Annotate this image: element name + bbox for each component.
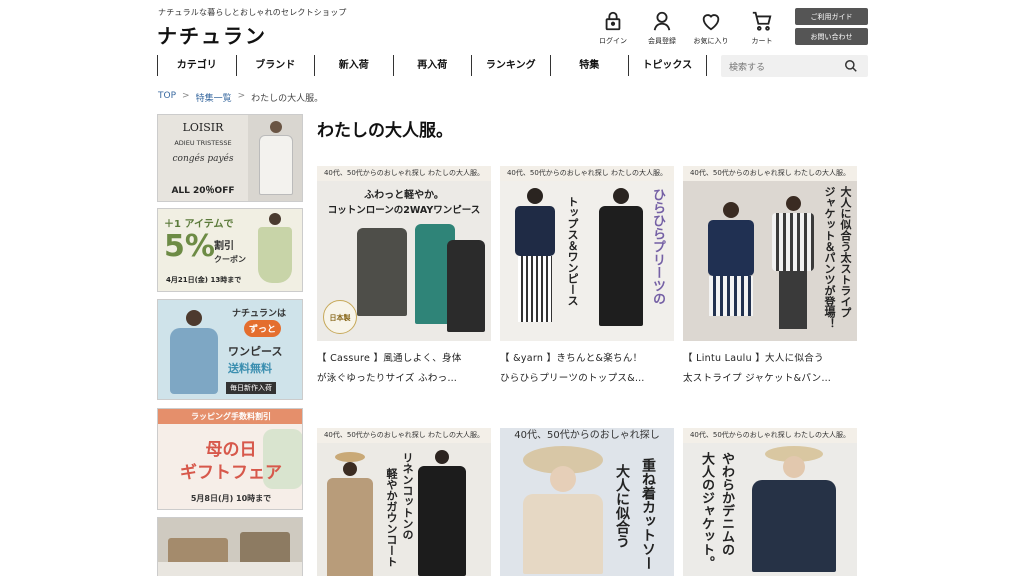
card-catch: 大人に似合う太ストライプ (839, 186, 852, 318)
banner-onepiece-free: 送料無料 (228, 362, 272, 375)
card-thumbnail[interactable]: 40代、50代からのおしゃれ探し わたしの大人服。 やわらかデニムの 大人のジャ… (683, 428, 857, 576)
page-title: わたしの大人服。 (317, 121, 453, 141)
card-thumbnail[interactable]: 40代、50代からのおしゃれ探し わたしの大人服。 大人に似合う太ストライプ ジ… (683, 166, 857, 341)
feature-card[interactable]: 40代、50代からのおしゃれ探し わたしの大人服。 やわらかデニムの 大人のジャ… (683, 428, 857, 576)
card-thumbnail[interactable]: 40代、50代からのおしゃれ探し わたしの大人服。 ふわっと軽やか。 コットンロ… (317, 166, 491, 341)
banner-coupon-coupon: クーポン (214, 255, 246, 264)
nav-features[interactable]: 特集 (549, 55, 629, 76)
card-thumbnail[interactable]: 40代、50代からのおしゃれ探し 大人に似合う 重ね着カットソー (500, 428, 674, 576)
banner-loisir-sale: ALL 20％OFF (171, 186, 235, 196)
breadcrumb-features[interactable]: 特集一覧 (196, 91, 232, 104)
card-catch-sub: 軽やかガウンコート (385, 468, 398, 567)
breadcrumb-separator: > (237, 91, 246, 101)
card-catch: リネンコットンの (401, 452, 414, 540)
card-catch-sub: 重ね着カットソー (640, 458, 656, 570)
breadcrumb: TOP > 特集一覧 > わたしの大人服。 (158, 91, 323, 104)
card-catch-sub: ジャケット＆パンツが登場！ (823, 186, 836, 329)
banner-mothers-day-fair: ギフトフェア (180, 463, 282, 483)
banner-coupon-percent: 5% (164, 229, 215, 264)
card-catch: トップス＆ワンピース (566, 196, 579, 306)
cart-icon (752, 11, 772, 31)
card-header-label: 40代、50代からのおしゃれ探し わたしの大人服。 (317, 428, 491, 443)
card-description[interactable]: 【 &yarn 】きちんと&楽ちん！ ひらひらプリーツのトップス&… (500, 349, 674, 389)
banner-loisir-sub: ADIEU TRISTESSE (174, 139, 232, 147)
login-link[interactable]: ログイン (591, 10, 635, 46)
card-thumbnail[interactable]: 40代、50代からのおしゃれ探し わたしの大人服。 トップス＆ワンピース ひらひ… (500, 166, 674, 341)
card-description[interactable]: 【 Cassure 】風通しよく、身体 が泳ぐゆったりサイズ ふわっ… (317, 349, 491, 389)
card-catch: ふわっと軽やか。 (364, 190, 444, 201)
nav-ranking[interactable]: ランキング (471, 55, 550, 76)
card-desc-line1: 【 Lintu Laulu 】大人に似合う (683, 353, 824, 364)
search-box (721, 55, 868, 79)
banner-mothers-day-title: 母の日 (205, 440, 257, 460)
banner-coupon[interactable]: ＋1 アイテムで 5% 割引 クーポン 4月21日(金) 13時まで (157, 208, 303, 292)
cart-label: カート (751, 37, 773, 45)
card-thumbnail[interactable]: 40代、50代からのおしゃれ探し わたしの大人服。 リネンコットンの 軽やかガウ… (317, 428, 491, 576)
nav-brand[interactable]: ブランド (235, 55, 315, 76)
guide-button[interactable]: ご利用ガイド (795, 8, 868, 25)
login-label: ログイン (599, 37, 627, 45)
tagline: ナチュラルな暮らしとおしゃれのセレクトショップ (158, 8, 347, 17)
card-catch-main: ひらひらプリーツの (650, 188, 665, 305)
banner-onepiece-new: 毎日新作入荷 (226, 382, 276, 394)
card-desc-line2: が泳ぐゆったりサイズ ふわっ… (317, 373, 458, 384)
banner-loisir-brand: congés payés (172, 154, 234, 164)
feature-card[interactable]: 40代、50代からのおしゃれ探し わたしの大人服。 リネンコットンの 軽やかガウ… (317, 428, 491, 576)
breadcrumb-current: わたしの大人服。 (251, 94, 324, 104)
breadcrumb-separator: > (182, 91, 190, 101)
person-icon (653, 11, 671, 31)
feature-card[interactable]: 40代、50代からのおしゃれ探し わたしの大人服。 大人に似合う太ストライプ ジ… (683, 166, 857, 389)
register-link[interactable]: 会員登録 (640, 10, 684, 46)
banner-mothers-day-wrap: ラッピング手数料割引 (158, 409, 302, 424)
card-header-label: 40代、50代からのおしゃれ探し わたしの大人服。 (683, 166, 857, 181)
register-label: 会員登録 (648, 37, 676, 45)
main-nav: カテゴリ ブランド 新入荷 再入荷 ランキング 特集 トピックス (157, 55, 707, 76)
card-header-label: 40代、50代からのおしゃれ探し わたしの大人服。 (317, 166, 491, 181)
search-icon[interactable] (844, 59, 858, 73)
feature-card[interactable]: 40代、50代からのおしゃれ探し 大人に似合う 重ね着カットソー (500, 428, 674, 576)
banner-onepiece[interactable]: ナチュランは ずっと ワンピース 送料無料 毎日新作入荷 (157, 299, 303, 400)
nav-topics[interactable]: トピックス (628, 55, 707, 76)
banner-coupon-lead: ＋1 アイテムで (164, 219, 234, 230)
card-desc-line2: ひらひらプリーツのトップス&… (500, 373, 645, 384)
lock-icon (605, 11, 621, 31)
search-input[interactable] (721, 57, 841, 79)
card-catch: やわらかデニムの (719, 452, 734, 556)
card-desc-line1: 【 Cassure 】風通しよく、身体 (317, 353, 462, 364)
favorites-link[interactable]: お気に入り (689, 10, 733, 46)
heart-icon (702, 14, 720, 31)
logo[interactable]: ナチュラン (157, 20, 267, 49)
banner-onepiece-always: ずっと (244, 320, 282, 337)
nav-restock[interactable]: 再入荷 (392, 55, 472, 76)
feature-card[interactable]: 40代、50代からのおしゃれ探し わたしの大人服。 ふわっと軽やか。 コットンロ… (317, 166, 491, 389)
card-catch-sub: コットンローンの2WAYワンピース (327, 205, 481, 216)
card-header-label: 40代、50代からのおしゃれ探し わたしの大人服。 (683, 428, 857, 443)
card-catch-sub: 大人のジャケット。 (699, 452, 714, 569)
contact-button[interactable]: お問い合わせ (795, 28, 868, 45)
card-desc-line2: 太ストライプ ジャケット&パン… (683, 373, 832, 384)
banner-interior[interactable] (157, 517, 303, 576)
banner-mothers-day-deadline: 5月8日(月) 10時まで (190, 494, 272, 503)
feature-card[interactable]: 40代、50代からのおしゃれ探し わたしの大人服。 トップス＆ワンピース ひらひ… (500, 166, 674, 389)
nav-category[interactable]: カテゴリ (157, 55, 236, 76)
banner-coupon-discount: 割引 (214, 241, 234, 252)
card-header-label: 40代、50代からのおしゃれ探し わたしの大人服。 (500, 166, 674, 181)
banner-mothers-day[interactable]: ラッピング手数料割引 母の日 ギフトフェア 5月8日(月) 10時まで (157, 408, 303, 510)
card-desc-line1: 【 &yarn 】きちんと&楽ちん！ (500, 353, 643, 364)
banner-loisir-title: LOISIR (182, 121, 224, 134)
banner-onepiece-title: ワンピース (228, 345, 283, 358)
breadcrumb-top[interactable]: TOP (158, 91, 176, 104)
nav-new-arrivals[interactable]: 新入荷 (314, 55, 393, 76)
banner-loisir[interactable]: LOISIR ADIEU TRISTESSE congés payés ALL … (157, 114, 303, 202)
card-catch: 大人に似合う (614, 464, 630, 548)
cart-link[interactable]: カート (740, 10, 784, 46)
banner-coupon-deadline: 4月21日(金) 13時まで (166, 276, 242, 284)
card-description[interactable]: 【 Lintu Laulu 】大人に似合う 太ストライプ ジャケット&パン… (683, 349, 857, 389)
banner-onepiece-brand: ナチュランは (232, 309, 287, 319)
made-in-japan-badge: 日本製 (323, 300, 357, 334)
card-header-label: 40代、50代からのおしゃれ探し (500, 428, 674, 443)
favorites-label: お気に入り (693, 37, 729, 45)
